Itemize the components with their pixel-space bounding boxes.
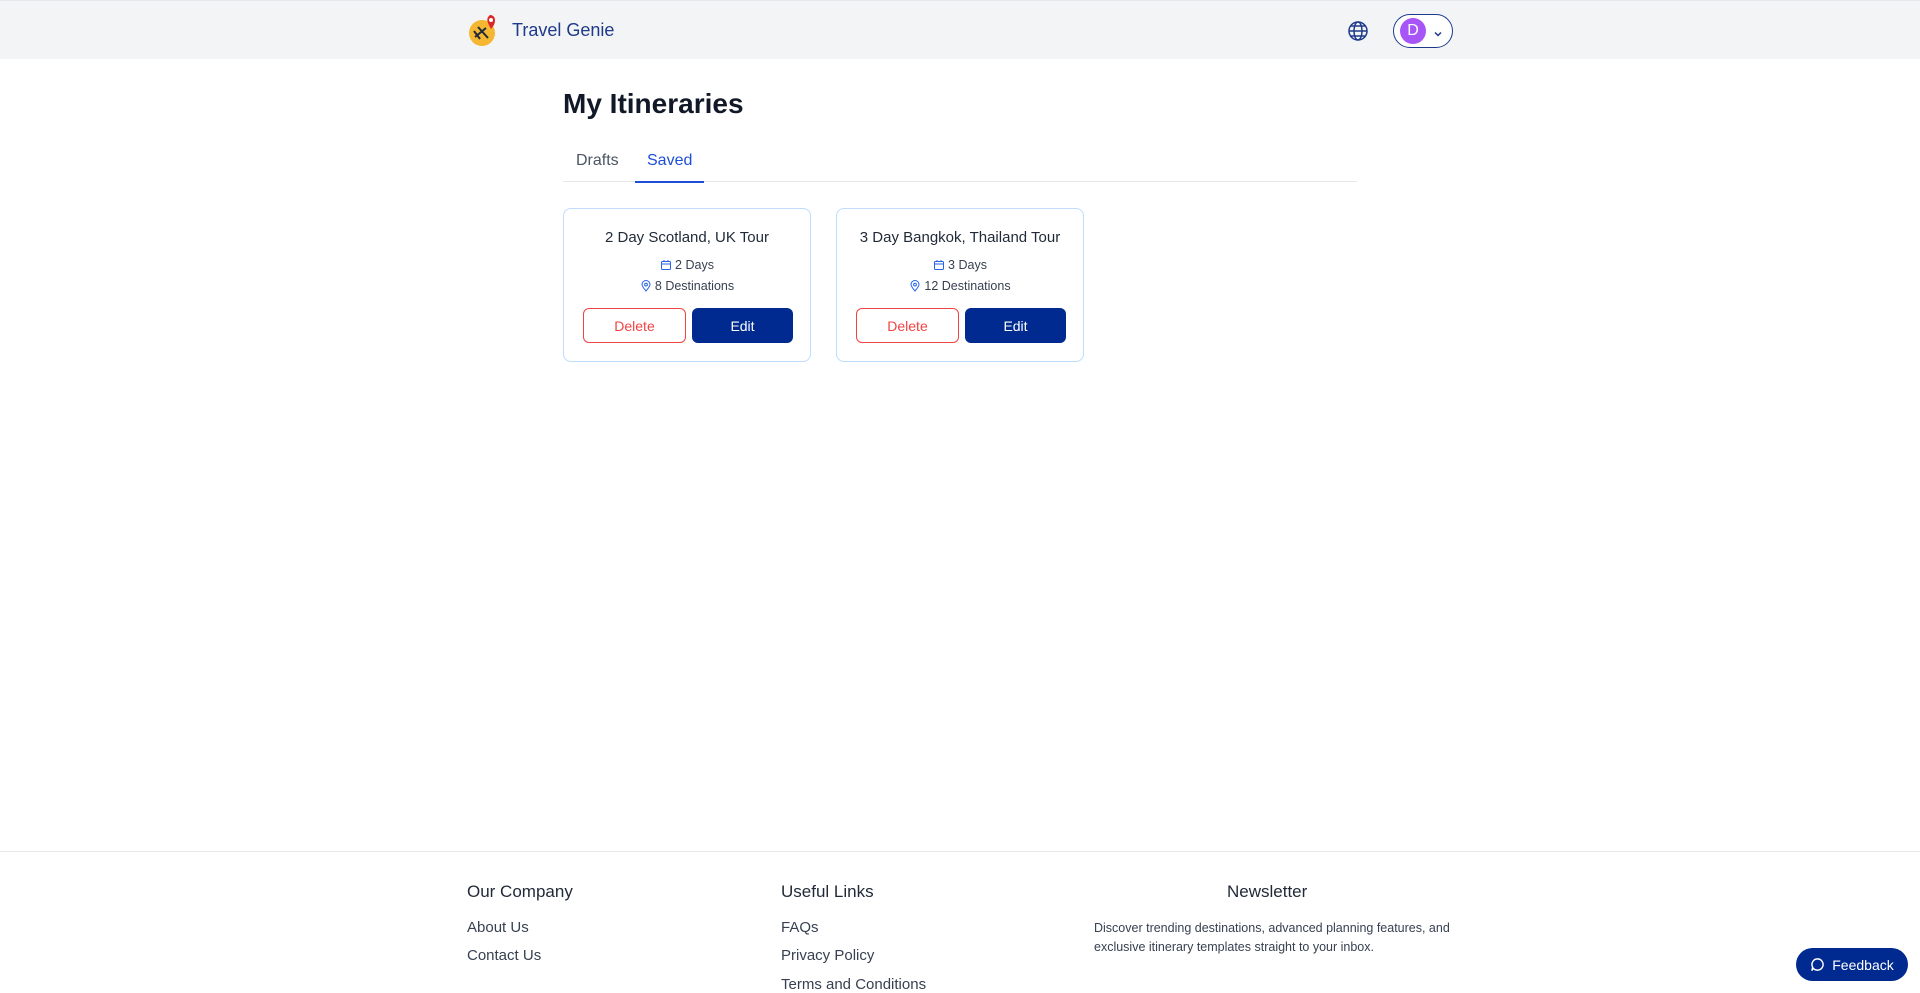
footer-link-privacy[interactable]: Privacy Policy <box>781 947 874 964</box>
footer-link-about[interactable]: About Us <box>467 919 529 936</box>
chat-bubble-icon <box>1811 958 1825 971</box>
avatar: D <box>1400 18 1426 44</box>
itinerary-tabs: Drafts Saved <box>563 148 1357 183</box>
footer-heading-company: Our Company <box>467 882 573 901</box>
itinerary-card: 3 Day Bangkok, Thailand Tour 3 Days 12 D… <box>836 208 1084 362</box>
calendar-icon <box>934 260 945 270</box>
page-title: My Itineraries <box>563 88 744 119</box>
itinerary-destinations: 8 Destinations <box>564 279 810 293</box>
location-pin-icon <box>641 280 651 292</box>
newsletter-description: Discover trending destinations, advanced… <box>1094 921 1450 954</box>
footer: Our Company About Us Contact Us Useful L… <box>0 851 1920 993</box>
itinerary-title: 2 Day Scotland, UK Tour <box>605 229 769 246</box>
footer-heading-newsletter: Newsletter <box>1227 882 1308 901</box>
itinerary-destinations: 12 Destinations <box>837 279 1083 293</box>
tab-drafts[interactable]: Drafts <box>576 152 619 182</box>
calendar-icon <box>661 260 672 270</box>
itinerary-days: 2 Days <box>564 258 810 272</box>
delete-button[interactable]: Delete <box>583 308 686 343</box>
footer-heading-useful-links: Useful Links <box>781 882 874 901</box>
days-label: 2 Days <box>675 258 714 272</box>
chevron-down-icon <box>1433 26 1443 37</box>
days-label: 3 Days <box>948 258 987 272</box>
feedback-label: Feedback <box>1832 956 1894 973</box>
edit-button[interactable]: Edit <box>965 308 1066 343</box>
feedback-button[interactable]: Feedback <box>1796 948 1908 981</box>
footer-link-contact[interactable]: Contact Us <box>467 947 541 964</box>
edit-button[interactable]: Edit <box>692 308 793 343</box>
top-navbar: Travel Genie D <box>0 0 1920 59</box>
itinerary-days: 3 Days <box>837 258 1083 272</box>
footer-link-terms[interactable]: Terms and Conditions <box>781 976 926 993</box>
user-menu-button[interactable]: D <box>1393 14 1453 48</box>
brand-home-link[interactable]: Travel Genie <box>466 11 614 49</box>
destinations-label: 12 Destinations <box>924 279 1011 293</box>
tab-saved[interactable]: Saved <box>635 152 705 183</box>
delete-button[interactable]: Delete <box>856 308 959 343</box>
brand-name: Travel Genie <box>512 19 615 40</box>
footer-link-faqs[interactable]: FAQs <box>781 919 819 936</box>
globe-icon[interactable] <box>1346 19 1370 43</box>
destinations-label: 8 Destinations <box>654 279 735 293</box>
itinerary-title: 3 Day Bangkok, Thailand Tour <box>859 229 1061 246</box>
location-pin-icon <box>910 280 920 292</box>
itinerary-card: 2 Day Scotland, UK Tour 2 Days 8 Destina… <box>563 208 811 362</box>
logo-icon <box>466 11 504 49</box>
